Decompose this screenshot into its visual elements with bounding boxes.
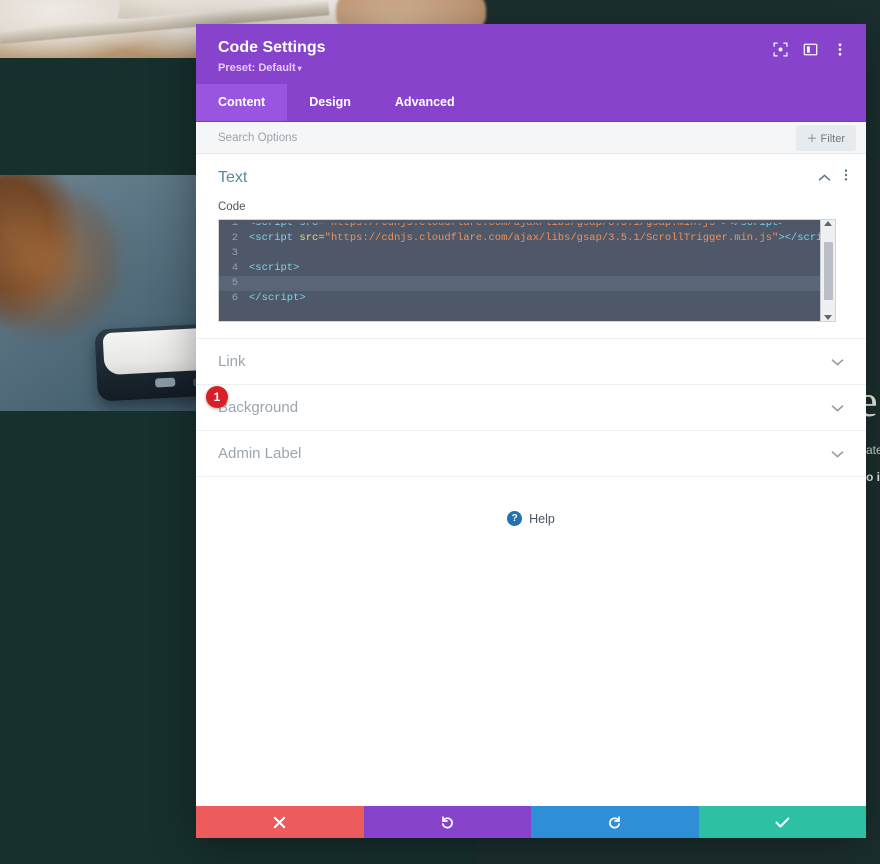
save-button[interactable] — [698, 806, 866, 838]
tab-design[interactable]: Design — [287, 84, 373, 121]
code-line-number: 1 — [231, 223, 238, 229]
code-editor[interactable]: 1 <script src="https://cdnjs.cloudflare.c… — [218, 219, 836, 322]
chevron-down-icon: ▾ — [297, 64, 302, 73]
code-line-number: 5 — [231, 277, 238, 289]
modal-title: Code Settings — [218, 39, 326, 56]
section-link[interactable]: Link — [196, 339, 866, 385]
code-settings-modal: Code Settings Preset: Default ▾ Content … — [196, 24, 866, 838]
code-line-text: <script src="https://cdnjs.cloudflare.co… — [249, 232, 820, 244]
redo-button[interactable] — [531, 806, 699, 838]
code-line[interactable]: 5 — [219, 276, 820, 291]
tab-advanced[interactable]: Advanced — [373, 84, 477, 121]
code-editor-scrollbar[interactable] — [820, 220, 835, 321]
code-line[interactable]: 1 <script src="https://cdnjs.cloudflare.c… — [219, 223, 820, 231]
code-line-text: </script> — [249, 292, 306, 304]
code-line-text: <script> — [249, 262, 300, 274]
section-admin-label-title: Admin Label — [218, 445, 302, 462]
code-editor-lines[interactable]: 1 <script src="https://cdnjs.cloudflare.c… — [219, 220, 820, 321]
code-line-number: 4 — [231, 262, 238, 274]
fullscreen-icon[interactable] — [772, 41, 788, 57]
chevron-down-icon[interactable] — [831, 450, 844, 458]
step-badge-1: 1 — [206, 386, 228, 408]
code-line-number: 2 — [231, 232, 238, 244]
preset-selector[interactable]: Preset: Default ▾ — [218, 62, 326, 74]
scroll-down-arrow-icon[interactable] — [824, 315, 832, 320]
filter-button[interactable]: ＋ Filter — [795, 124, 856, 151]
chevron-down-icon[interactable] — [831, 358, 844, 366]
chevron-up-icon[interactable] — [818, 169, 831, 187]
page-root: e otate illo i Code Settings Preset: Def… — [0, 0, 880, 864]
code-line[interactable]: 6 </script> — [219, 291, 820, 306]
modal-header-titles: Code Settings Preset: Default ▾ — [218, 38, 326, 74]
preset-label: Preset: Default — [218, 62, 296, 74]
section-admin-label[interactable]: Admin Label — [196, 431, 866, 477]
help-label: Help — [529, 511, 555, 526]
section-text-title: Text — [218, 168, 248, 186]
scroll-up-arrow-icon[interactable] — [824, 221, 832, 226]
more-options-icon[interactable] — [844, 168, 848, 187]
code-line-number: 3 — [231, 247, 238, 259]
modal-header-actions — [772, 38, 848, 57]
modal-tabs: Content Design Advanced — [196, 84, 866, 122]
cancel-button[interactable] — [196, 806, 364, 838]
code-line[interactable]: 3 — [219, 246, 820, 261]
undo-button[interactable] — [363, 806, 531, 838]
tab-content[interactable]: Content — [196, 84, 288, 121]
section-text: Text Code 1 <script src="https://cdnjs.c… — [196, 154, 866, 339]
more-options-icon[interactable] — [832, 41, 848, 57]
scrollbar-thumb[interactable] — [823, 241, 833, 300]
code-field-label: Code — [218, 201, 246, 213]
bokeh-shape — [0, 185, 120, 335]
split-view-icon[interactable] — [802, 41, 818, 57]
chevron-down-icon[interactable] — [831, 404, 844, 412]
code-line-clipped: 1 <script src="https://cdnjs.cloudflare.c… — [219, 223, 820, 231]
modal-footer — [196, 806, 866, 838]
help-icon: ? — [507, 511, 523, 526]
section-link-title: Link — [218, 353, 246, 370]
modal-body: Text Code 1 <script src="https://cdnjs.c… — [196, 154, 866, 806]
section-text-header[interactable]: Text — [196, 154, 866, 197]
help-link[interactable]: ? Help — [507, 511, 555, 526]
section-background[interactable]: Background — [196, 385, 866, 431]
phone-button-mute — [154, 377, 176, 388]
help-zone: ? Help — [196, 477, 866, 526]
section-background-title: Background — [218, 399, 299, 416]
code-line-number: 6 — [231, 292, 238, 304]
code-line-text: <script src="https://cdnjs.cloudflare.co… — [249, 223, 785, 229]
code-line[interactable]: 2 <script src="https://cdnjs.cloudflare.c… — [219, 231, 820, 246]
modal-header: Code Settings Preset: Default ▾ — [196, 24, 866, 84]
search-input[interactable] — [218, 131, 796, 144]
search-options-row: ＋ Filter — [196, 122, 866, 154]
section-text-actions — [818, 168, 848, 187]
code-line[interactable]: 4 <script> — [219, 261, 820, 276]
